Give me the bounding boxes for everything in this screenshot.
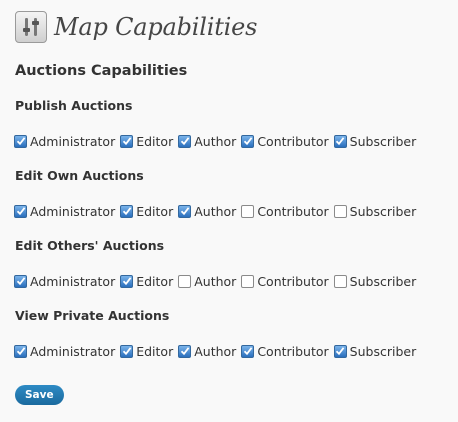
checkbox-label: Contributor <box>257 203 329 219</box>
checkbox-publish-editor[interactable]: Editor <box>120 134 173 149</box>
role-row-edit-own-auctions: Administrator Editor Author Contributor … <box>14 202 421 220</box>
checkbox-box[interactable] <box>333 134 347 148</box>
checkbox-box[interactable] <box>120 344 134 358</box>
checkbox-label: Administrator <box>30 343 116 359</box>
checkbox-box[interactable] <box>178 344 192 358</box>
section-title: Auctions Capabilities <box>15 63 188 79</box>
checkbox-label: Editor <box>136 273 174 289</box>
page-header: Map Capabilities <box>15 10 257 44</box>
checkbox-publish-contributor[interactable]: Contributor <box>241 133 329 149</box>
checkbox-box[interactable] <box>333 344 347 358</box>
checkbox-box[interactable] <box>14 274 27 288</box>
page-title: Map Capabilities <box>54 13 258 41</box>
checkbox-box[interactable] <box>120 204 134 218</box>
checkbox-view-private-administrator[interactable]: Administrator <box>14 344 115 359</box>
checkbox-box[interactable] <box>120 274 134 288</box>
check-icon <box>16 137 25 146</box>
checkbox-publish-subscriber[interactable]: Subscriber <box>333 133 417 149</box>
check-icon <box>16 207 25 216</box>
checkbox-label: Author <box>194 273 237 289</box>
checkbox-edit-others-administrator[interactable]: Administrator <box>14 274 115 289</box>
checkbox-edit-others-subscriber[interactable]: Subscriber <box>333 273 417 289</box>
check-icon <box>180 347 190 356</box>
check-icon <box>16 277 25 286</box>
checkbox-label: Author <box>194 343 237 359</box>
checkbox-label: Contributor <box>257 273 329 289</box>
checkbox-box[interactable] <box>333 204 347 218</box>
check-icon <box>336 347 345 356</box>
checkbox-edit-own-contributor[interactable]: Contributor <box>241 203 329 219</box>
role-row-publish-auctions: Administrator Editor Author Contributor … <box>14 132 421 150</box>
checkbox-box[interactable] <box>241 344 255 358</box>
checkbox-label: Subscriber <box>349 203 417 219</box>
checkbox-edit-own-administrator[interactable]: Administrator <box>14 204 115 219</box>
checkbox-view-private-subscriber[interactable]: Subscriber <box>333 343 417 359</box>
checkbox-box[interactable] <box>14 134 27 148</box>
check-icon <box>122 277 132 286</box>
checkbox-label: Subscriber <box>349 273 417 289</box>
checkbox-publish-author[interactable]: Author <box>178 134 236 149</box>
checkbox-publish-administrator[interactable]: Administrator <box>14 134 115 149</box>
checkbox-view-private-editor[interactable]: Editor <box>120 344 173 359</box>
checkbox-label: Editor <box>136 343 174 359</box>
checkbox-label: Administrator <box>30 273 116 289</box>
group-title-edit-own-auctions: Edit Own Auctions <box>15 168 144 183</box>
checkbox-label: Administrator <box>30 133 116 149</box>
check-icon <box>336 137 345 146</box>
checkbox-label: Contributor <box>257 133 329 149</box>
checkbox-box[interactable] <box>333 274 347 288</box>
checkbox-edit-own-subscriber[interactable]: Subscriber <box>333 203 417 219</box>
checkbox-edit-others-author[interactable]: Author <box>178 274 236 289</box>
checkbox-edit-others-editor[interactable]: Editor <box>120 274 173 289</box>
checkbox-box[interactable] <box>241 274 255 288</box>
check-icon <box>180 207 190 216</box>
check-icon <box>122 137 132 146</box>
checkbox-box[interactable] <box>178 204 192 218</box>
check-icon <box>122 347 132 356</box>
checkbox-box[interactable] <box>14 204 27 218</box>
checkbox-box[interactable] <box>241 134 255 148</box>
checkbox-edit-own-editor[interactable]: Editor <box>120 204 173 219</box>
checkbox-label: Administrator <box>30 203 116 219</box>
checkbox-view-private-contributor[interactable]: Contributor <box>241 343 329 359</box>
checkbox-label: Author <box>194 133 237 149</box>
check-icon <box>122 207 132 216</box>
checkbox-box[interactable] <box>241 204 255 218</box>
checkbox-label: Contributor <box>257 343 329 359</box>
check-icon <box>180 137 190 146</box>
check-icon <box>16 347 25 356</box>
settings-sliders-icon <box>15 11 47 43</box>
checkbox-label: Editor <box>136 133 174 149</box>
group-title-view-private-auctions: View Private Auctions <box>15 308 170 323</box>
check-icon <box>243 347 253 356</box>
group-title-edit-others-auctions: Edit Others' Auctions <box>15 238 165 253</box>
checkbox-box[interactable] <box>178 134 192 148</box>
role-row-view-private-auctions: Administrator Editor Author Contributor … <box>14 342 421 360</box>
checkbox-edit-others-contributor[interactable]: Contributor <box>241 273 329 289</box>
checkbox-label: Author <box>194 203 237 219</box>
checkbox-box[interactable] <box>14 344 27 358</box>
checkbox-label: Subscriber <box>349 343 417 359</box>
checkbox-box[interactable] <box>120 134 134 148</box>
group-title-publish-auctions: Publish Auctions <box>15 98 133 113</box>
checkbox-view-private-author[interactable]: Author <box>178 344 236 359</box>
checkbox-label: Subscriber <box>349 133 417 149</box>
role-row-edit-others-auctions: Administrator Editor Author Contributor … <box>14 272 421 290</box>
checkbox-box[interactable] <box>178 274 192 288</box>
save-button[interactable]: Save <box>15 385 64 405</box>
checkbox-label: Editor <box>136 203 174 219</box>
check-icon <box>243 137 253 146</box>
checkbox-edit-own-author[interactable]: Author <box>178 204 236 219</box>
